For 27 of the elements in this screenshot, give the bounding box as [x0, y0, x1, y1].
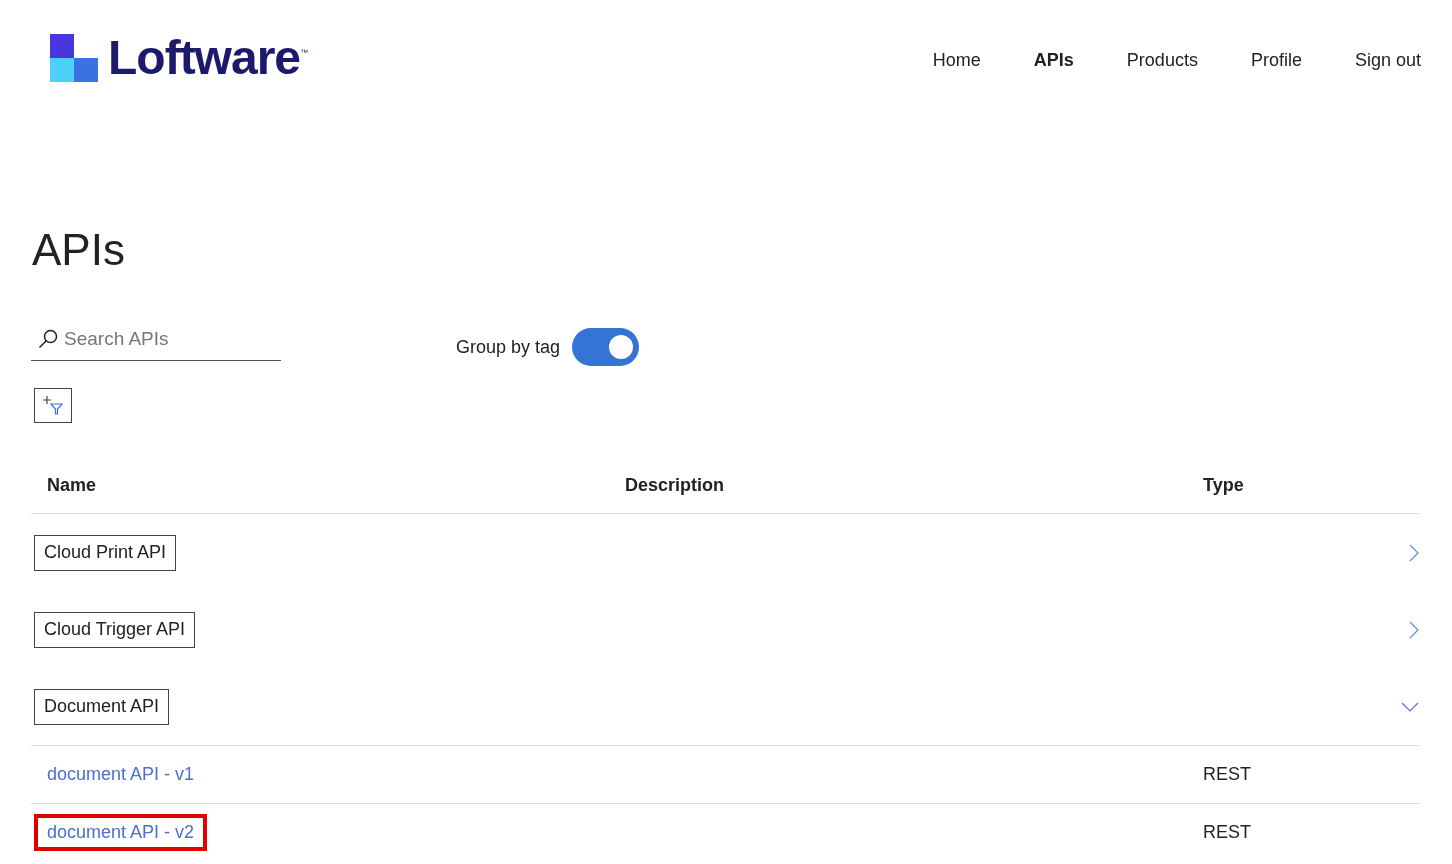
tag-group-label[interactable]: Document API [34, 688, 170, 725]
group-by-tag-toggle[interactable] [572, 328, 640, 366]
column-header: Name [31, 457, 609, 514]
add-filter-button[interactable] [34, 388, 72, 423]
nav-link[interactable]: APIs [1033, 49, 1074, 71]
api-link[interactable]: document API - v1 [34, 760, 208, 789]
trademark-symbol: ™ [300, 48, 308, 57]
nav-link[interactable]: Sign out [1354, 49, 1421, 71]
api-link[interactable]: document API - v2 [34, 814, 208, 851]
chevron-down-icon[interactable] [1401, 702, 1419, 713]
table-cell: REST [1187, 803, 1419, 861]
column-header: Description [609, 457, 1187, 514]
column-header: Type [1187, 457, 1419, 514]
nav-link[interactable]: Products [1126, 49, 1198, 71]
add-filter-icon [42, 395, 64, 416]
group-by-tag-label: Group by tag [456, 336, 561, 358]
nav-link[interactable]: Profile [1250, 49, 1302, 71]
logo-icon [50, 34, 98, 82]
nav-link[interactable]: Home [932, 49, 981, 71]
logo-text: Loftware [108, 34, 300, 82]
tag-group-label[interactable]: Cloud Print API [34, 534, 177, 571]
chevron-right-icon[interactable] [1409, 621, 1419, 640]
page-title: APIs [32, 225, 126, 275]
tag-group-label[interactable]: Cloud Trigger API [34, 611, 196, 648]
chevron-right-icon[interactable] [1409, 544, 1419, 563]
search-icon [38, 328, 58, 349]
table-cell: REST [1187, 745, 1419, 804]
